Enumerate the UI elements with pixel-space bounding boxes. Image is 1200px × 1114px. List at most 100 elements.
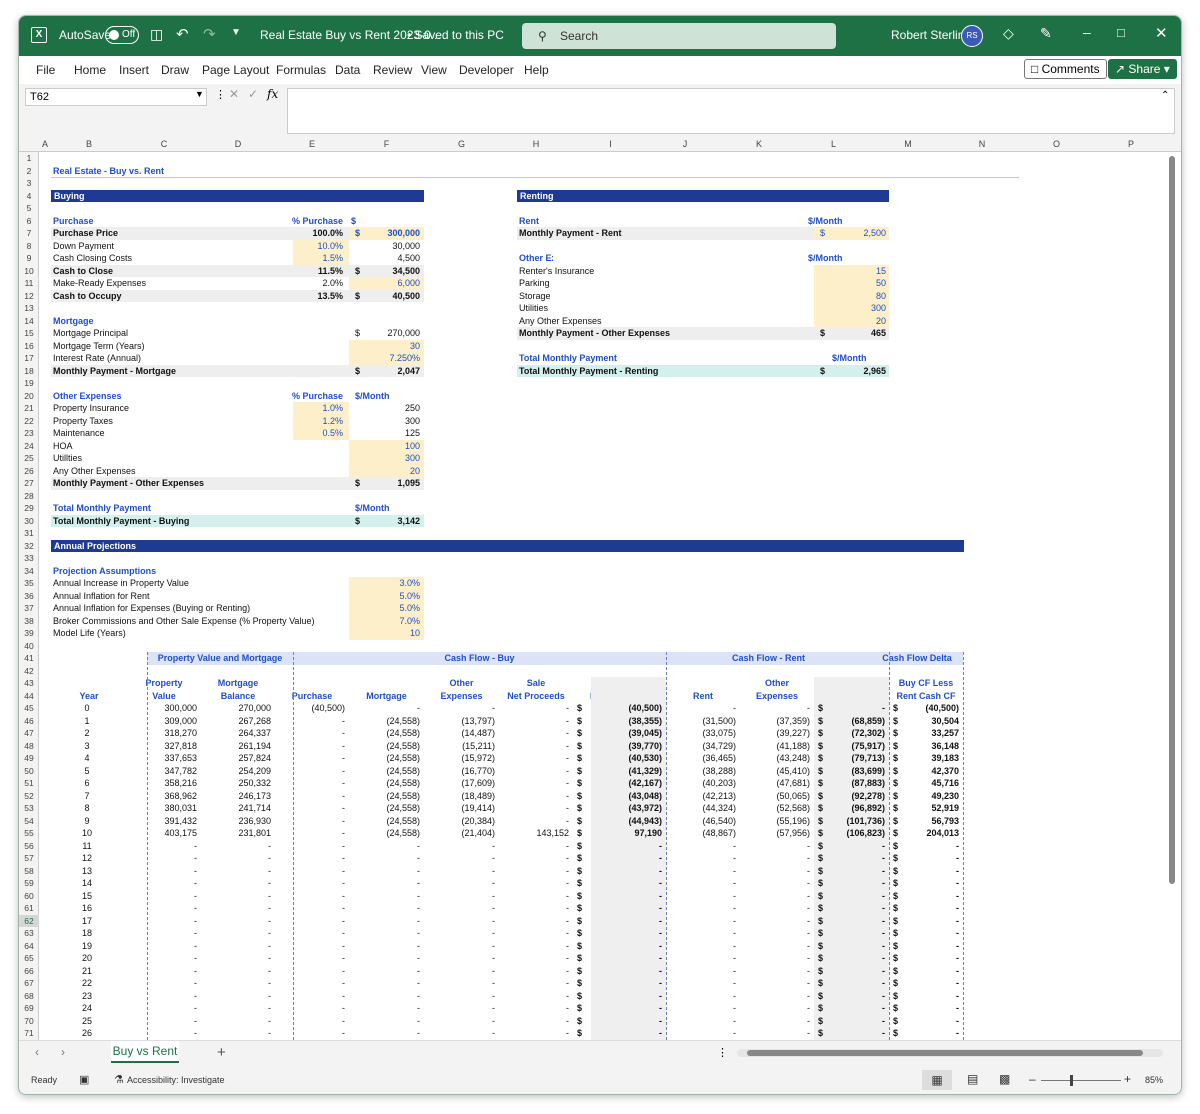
- page-layout-view-icon[interactable]: ▤: [967, 1072, 978, 1086]
- table-cell[interactable]: -: [201, 865, 271, 878]
- table-cell[interactable]: -: [740, 852, 810, 865]
- table-cell[interactable]: -: [740, 840, 810, 853]
- row-header[interactable]: 7: [19, 227, 39, 239]
- tab-options-icon[interactable]: ⋮: [717, 1046, 728, 1059]
- table-header[interactable]: Mortgage: [349, 690, 424, 703]
- column-header[interactable]: L: [796, 139, 871, 149]
- row-header[interactable]: 51: [19, 777, 39, 789]
- row-header[interactable]: 17: [19, 352, 39, 364]
- column-header[interactable]: F: [349, 139, 424, 149]
- table-currency[interactable]: $: [818, 840, 828, 853]
- row-header[interactable]: 48: [19, 740, 39, 752]
- rent-row-label[interactable]: Monthly Payment - Rent: [519, 227, 702, 240]
- table-cell[interactable]: 21: [51, 965, 123, 978]
- table-cell[interactable]: -: [275, 927, 345, 940]
- buying-row-pct[interactable]: 1.5%: [281, 252, 343, 265]
- row-header[interactable]: 67: [19, 977, 39, 989]
- table-cell[interactable]: 347,782: [127, 765, 197, 778]
- table-currency[interactable]: $: [893, 790, 903, 803]
- rent-other-value[interactable]: 15: [826, 265, 886, 278]
- table-cell[interactable]: 254,209: [201, 765, 271, 778]
- zoom-out-icon[interactable]: –: [1029, 1072, 1036, 1086]
- table-cell[interactable]: 13: [51, 865, 123, 878]
- table-cell[interactable]: -: [127, 840, 197, 853]
- rent-other-label[interactable]: Storage: [519, 290, 719, 303]
- row-header[interactable]: 60: [19, 890, 39, 902]
- table-cell[interactable]: (24,558): [349, 827, 420, 840]
- table-currency[interactable]: $: [818, 727, 828, 740]
- table-cell[interactable]: -: [275, 952, 345, 965]
- table-currency[interactable]: $: [577, 902, 587, 915]
- row-header[interactable]: 46: [19, 715, 39, 727]
- table-cell[interactable]: -: [499, 965, 569, 978]
- table-cell[interactable]: -: [424, 1027, 495, 1040]
- rent-total-label[interactable]: Total Monthly Payment - Renting: [519, 365, 769, 378]
- table-header[interactable]: Year: [51, 690, 127, 703]
- table-cell[interactable]: -: [499, 990, 569, 1003]
- table-cell[interactable]: -: [349, 1015, 420, 1028]
- rent-other-label[interactable]: Utilities: [519, 302, 719, 315]
- table-cell[interactable]: (16,770): [424, 765, 495, 778]
- table-currency[interactable]: $: [577, 802, 587, 815]
- table-cell[interactable]: -: [275, 902, 345, 915]
- table-cell[interactable]: (41,188): [740, 740, 810, 753]
- table-header[interactable]: Sale: [499, 677, 573, 690]
- table-currency[interactable]: $: [818, 740, 828, 753]
- table-cell[interactable]: (45,410): [740, 765, 810, 778]
- ribbon-tab-file[interactable]: File: [36, 63, 55, 77]
- table-cell[interactable]: -: [499, 727, 569, 740]
- table-currency[interactable]: $: [818, 852, 828, 865]
- table-cell[interactable]: -: [499, 752, 569, 765]
- table-cell[interactable]: -: [127, 902, 197, 915]
- table-cell[interactable]: -: [275, 777, 345, 790]
- table-cell[interactable]: 261,194: [201, 740, 271, 753]
- table-cell[interactable]: 26: [51, 1027, 123, 1040]
- table-cell[interactable]: 11: [51, 840, 123, 853]
- table-cell[interactable]: -: [127, 965, 197, 978]
- table-cell[interactable]: -: [201, 927, 271, 940]
- table-cell[interactable]: -: [127, 977, 197, 990]
- undo-icon[interactable]: ↶: [176, 25, 189, 43]
- row-header[interactable]: 49: [19, 752, 39, 764]
- table-currency[interactable]: $: [577, 890, 587, 903]
- table-cell[interactable]: (14,487): [424, 727, 495, 740]
- buying-row-value[interactable]: 4,500: [353, 252, 420, 265]
- table-cell[interactable]: -: [740, 1027, 810, 1040]
- table-cell[interactable]: -: [201, 877, 271, 890]
- more-icon[interactable]: ⋮: [215, 88, 226, 101]
- table-cell[interactable]: 231,801: [201, 827, 271, 840]
- row-header[interactable]: 20: [19, 390, 39, 402]
- sheet-tab-buy-vs-rent[interactable]: Buy vs Rent: [111, 1041, 179, 1063]
- mortgage-row-label[interactable]: Monthly Payment - Mortgage: [53, 365, 273, 378]
- row-header[interactable]: 39: [19, 627, 39, 639]
- table-cell[interactable]: -: [740, 902, 810, 915]
- table-cell[interactable]: 246,173: [201, 790, 271, 803]
- row-header[interactable]: 44: [19, 690, 39, 702]
- table-cell[interactable]: 12: [51, 852, 123, 865]
- row-header[interactable]: 35: [19, 577, 39, 589]
- table-cell[interactable]: -: [666, 1015, 736, 1028]
- table-cell[interactable]: -: [127, 915, 197, 928]
- row-header[interactable]: 53: [19, 802, 39, 814]
- autosave-toggle[interactable]: Off: [105, 26, 139, 44]
- mortgage-row-label[interactable]: Mortgage Term (Years): [53, 340, 273, 353]
- assumption-value[interactable]: 7.0%: [353, 615, 420, 628]
- buying-row-label[interactable]: Purchase Price: [53, 227, 273, 240]
- table-currency[interactable]: $: [577, 940, 587, 953]
- table-cell[interactable]: 9: [51, 815, 123, 828]
- table-cell[interactable]: -: [499, 890, 569, 903]
- table-cell[interactable]: -: [740, 1015, 810, 1028]
- table-currency[interactable]: $: [893, 777, 903, 790]
- table-cell[interactable]: -: [740, 965, 810, 978]
- table-cell[interactable]: -: [666, 940, 736, 953]
- table-cell[interactable]: -: [275, 752, 345, 765]
- table-header[interactable]: Net Proceeds: [499, 690, 573, 703]
- table-cell[interactable]: -: [740, 977, 810, 990]
- table-currency[interactable]: $: [818, 865, 828, 878]
- table-cell[interactable]: 6: [51, 777, 123, 790]
- row-header[interactable]: 3: [19, 177, 39, 189]
- table-cell[interactable]: -: [740, 1002, 810, 1015]
- table-cell[interactable]: -: [666, 890, 736, 903]
- table-cell[interactable]: (43,248): [740, 752, 810, 765]
- table-currency[interactable]: $: [577, 852, 587, 865]
